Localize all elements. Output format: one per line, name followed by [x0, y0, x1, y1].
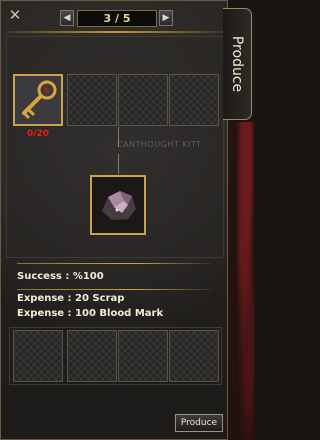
output-slot-4[interactable]	[169, 330, 219, 382]
page-indicator: 3 / 5	[77, 10, 157, 27]
material-slot-1[interactable]	[13, 74, 63, 126]
close-icon: ✕	[8, 6, 22, 24]
material-count: 0/20	[27, 129, 50, 139]
material-slot-4[interactable]	[169, 74, 219, 126]
connector-line	[118, 154, 119, 174]
produce-button[interactable]: Produce	[175, 414, 223, 432]
output-slot-3[interactable]	[118, 330, 168, 382]
background-watermark: CANTHOUGHT KITT	[117, 140, 202, 149]
produce-window: ✕ ◀ 3 / 5 ▶ 0/20 CANTHOUGHT KITT Success…	[0, 0, 228, 440]
material-slot-3[interactable]	[118, 74, 168, 126]
prev-page-button[interactable]: ◀	[60, 10, 74, 26]
produce-side-tab[interactable]: Produce	[223, 8, 252, 120]
expense-blood-mark: Expense : 100 Blood Mark	[17, 308, 164, 319]
side-decoration	[228, 122, 254, 440]
arrow-left-icon: ◀	[63, 13, 71, 23]
raw-ore-icon	[92, 177, 144, 233]
material-slot-2[interactable]	[67, 74, 117, 126]
success-rate: Success : %100	[17, 271, 104, 282]
arrow-right-icon: ▶	[162, 13, 170, 23]
close-button[interactable]: ✕	[8, 6, 22, 24]
info-divider	[17, 289, 211, 290]
result-slot[interactable]	[90, 175, 146, 235]
output-slot-1[interactable]	[13, 330, 63, 382]
golden-key-icon	[15, 76, 61, 124]
expense-scrap: Expense : 20 Scrap	[17, 293, 125, 304]
output-slot-2[interactable]	[67, 330, 117, 382]
header-divider	[7, 31, 223, 33]
next-page-button[interactable]: ▶	[159, 10, 173, 26]
info-divider	[17, 263, 211, 264]
side-tab-label: Produce	[229, 35, 245, 93]
